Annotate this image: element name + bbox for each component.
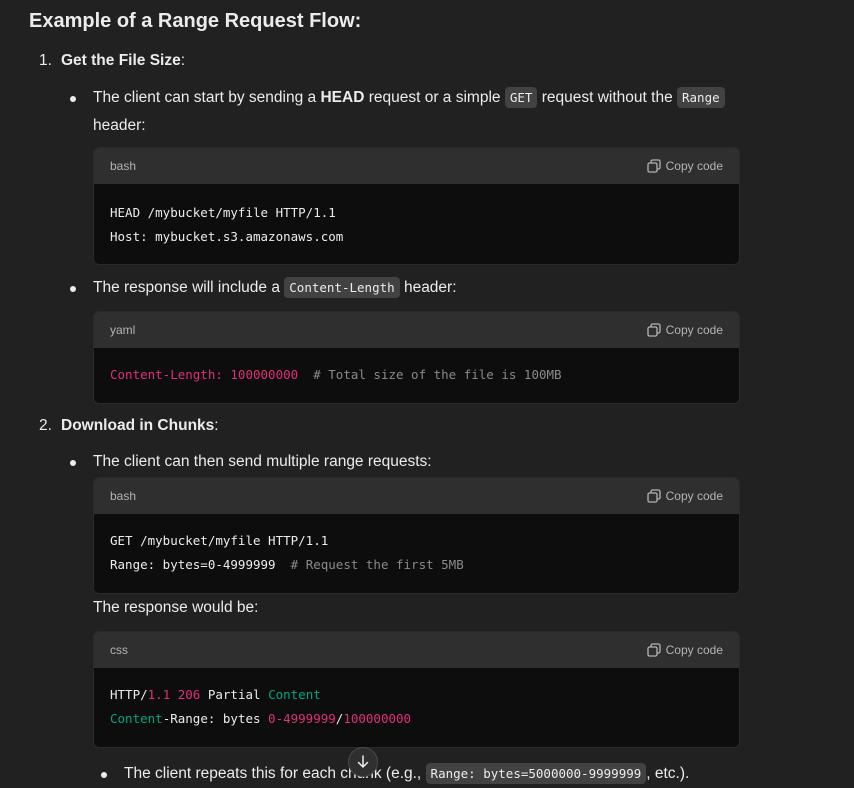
code-token: -Range: bytes [162, 711, 269, 726]
code-header: bash Copy code [94, 478, 739, 514]
response-label: The response would be: [93, 599, 259, 616]
code-language: bash [110, 489, 137, 503]
text: request without the [537, 89, 677, 106]
inline-code: Content-Length [284, 277, 400, 298]
list-item: The client can then send multiple range … [70, 448, 753, 476]
code-comment: # Total size of the file is 100MB [313, 367, 562, 382]
code-content: HEAD /mybucket/myfile HTTP/1.1 Host: myb… [94, 184, 739, 264]
code-token: 100000000 [343, 711, 412, 726]
step-1-title: 1. Get the File Size: [39, 52, 185, 70]
code-line: Host: mybucket.s3.amazonaws.com [110, 229, 344, 244]
text: The client can then send multiple range … [93, 453, 432, 470]
code-language: bash [110, 159, 137, 173]
copy-icon [646, 489, 661, 503]
text: The response will include a [93, 279, 285, 296]
inline-code: Range [677, 87, 725, 108]
code-token: 1.1 206 [147, 687, 201, 702]
text: The client repeats this for each chunk (… [124, 765, 426, 782]
code-token: 0 [268, 711, 276, 726]
text: The client can start by sending a [93, 89, 321, 106]
code-content: GET /mybucket/myfile HTTP/1.1 Range: byt… [94, 514, 739, 593]
step-title: Get the File Size [61, 52, 181, 69]
code-line: Range: bytes=0-4999999 [110, 557, 276, 572]
copy-icon [646, 159, 661, 173]
code-header: css Copy code [94, 632, 739, 668]
arrow-down-icon [357, 755, 369, 768]
code-language: css [110, 643, 128, 657]
list-item: The response will include a Content-Leng… [70, 274, 753, 302]
list-item: The client repeats this for each chunk (… [101, 760, 784, 788]
code-comment: # Request the first 5MB [290, 557, 464, 572]
copy-code-button[interactable]: Copy code [646, 323, 723, 337]
copy-label: Copy code [665, 489, 723, 503]
step-2-title: 2. Download in Chunks: [39, 417, 219, 435]
code-block: yaml Copy code Content-Length: 100000000… [93, 311, 740, 404]
code-token: Content [110, 711, 163, 726]
copy-label: Copy code [665, 643, 723, 657]
bold-text: HEAD [320, 89, 365, 106]
code-header: bash Copy code [94, 148, 739, 184]
list-item: The client can start by sending a HEAD r… [70, 84, 753, 140]
inline-code: Range: bytes=5000000-9999999 [425, 763, 647, 784]
code-token: Content [268, 687, 321, 702]
text: request or a simple [364, 89, 505, 106]
code-content: HTTP/1.1 206 Partial Content Content-Ran… [94, 668, 739, 747]
code-content: Content-Length: 100000000 # Total size o… [94, 348, 739, 403]
code-block: bash Copy code HEAD /mybucket/myfile HTT… [93, 147, 740, 265]
copy-icon [646, 323, 661, 337]
copy-code-button[interactable]: Copy code [646, 159, 723, 173]
text: header: [399, 279, 457, 296]
code-block: css Copy code HTTP/1.1 206 Partial Conte… [93, 631, 740, 748]
code-header: yaml Copy code [94, 312, 739, 348]
code-line: HEAD /mybucket/myfile HTTP/1.1 [110, 205, 336, 220]
code-token: HTTP/ [110, 687, 148, 702]
text: header: [93, 117, 146, 134]
step-title: Download in Chunks [61, 417, 215, 434]
code-block: bash Copy code GET /mybucket/myfile HTTP… [93, 477, 740, 594]
copy-code-button[interactable]: Copy code [646, 643, 723, 657]
inline-code: GET [504, 87, 538, 108]
step-colon: : [214, 417, 219, 434]
step-number: 1. [39, 52, 52, 69]
copy-code-button[interactable]: Copy code [646, 489, 723, 503]
code-token: Content-Length: 100000000 [110, 367, 299, 382]
code-line: GET /mybucket/myfile HTTP/1.1 [110, 533, 329, 548]
scroll-to-bottom-button[interactable] [348, 747, 378, 777]
text: , etc.). [646, 765, 690, 782]
step-colon: : [180, 52, 186, 69]
section-heading: Example of a Range Request Flow: [29, 10, 362, 32]
copy-label: Copy code [665, 323, 723, 337]
copy-label: Copy code [665, 159, 723, 173]
copy-icon [646, 643, 661, 657]
code-language: yaml [110, 323, 136, 337]
step-number: 2. [39, 417, 52, 434]
code-token: Partial [200, 687, 269, 702]
code-token: -4999999 [275, 711, 336, 726]
